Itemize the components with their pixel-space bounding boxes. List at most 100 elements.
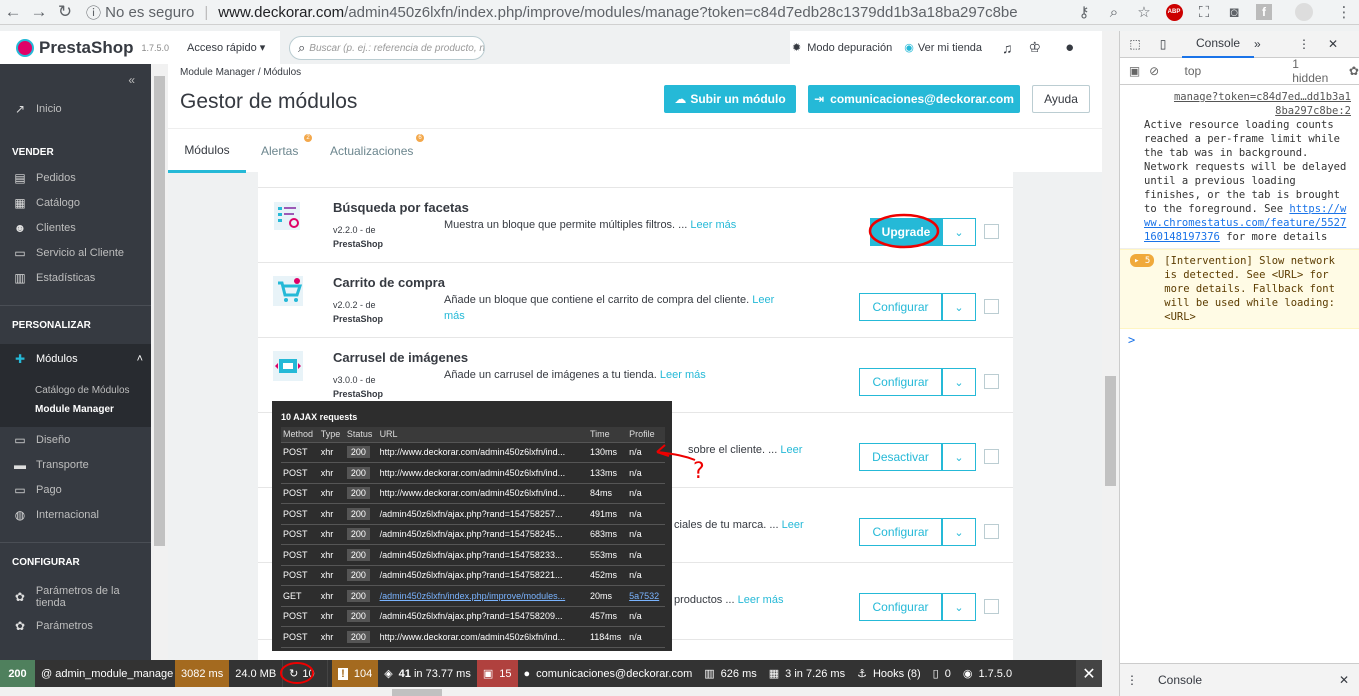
kebab-menu-icon[interactable]: ⋮ <box>1298 37 1310 51</box>
sidebar-item-catalog[interactable]: ▦ Catálogo <box>0 190 151 215</box>
user-panel[interactable]: ● comunicaciones@deckorar.com <box>518 660 699 687</box>
collapse-sidebar-icon[interactable]: « <box>0 64 151 96</box>
module-checkbox[interactable] <box>984 299 999 314</box>
sidebar-item-stats[interactable]: ▥ Estadísticas <box>0 265 151 290</box>
sidebar-item-customers[interactable]: ☻ Clientes <box>0 215 151 240</box>
trophy-icon[interactable]: ♔ <box>1029 39 1042 56</box>
clear-console-icon[interactable]: ⊘ <box>1149 64 1168 78</box>
render-time[interactable]: ▥ 626 ms <box>698 660 762 687</box>
sidebar-toggle-icon[interactable]: ▣ <box>1120 64 1149 78</box>
profile-avatar-icon[interactable] <box>1279 0 1329 25</box>
back-icon[interactable]: ← <box>0 0 26 25</box>
read-more-link[interactable]: Leer más <box>690 219 736 231</box>
logs-warnings[interactable]: ! 104 <box>332 660 379 687</box>
camera-icon[interactable]: ◙ <box>1219 0 1249 25</box>
forward-icon[interactable]: → <box>26 0 52 25</box>
drawer-tab-console[interactable]: Console <box>1158 673 1202 687</box>
dropdown-caret-icon[interactable]: ⌄ <box>942 293 976 321</box>
prestashop-logo[interactable]: PrestaShop 1.7.5.0 <box>16 38 169 58</box>
key-icon[interactable]: ⚷ <box>1069 0 1099 25</box>
help-button[interactable]: Ayuda <box>1032 85 1090 113</box>
search-input[interactable]: ⌕ Buscar (p. ej.: referencia de producto… <box>289 36 485 60</box>
status-code[interactable]: 200 <box>0 660 35 687</box>
sidebar-item-service[interactable]: ▭ Servicio al Cliente <box>0 240 151 265</box>
tab-updates[interactable]: Actualizaciones <box>330 129 413 173</box>
twig-panel[interactable]: ▣ 15 <box>476 660 518 687</box>
dropdown-caret-icon[interactable]: ⌄ <box>942 368 976 396</box>
sidebar-subitem-catalog-modules[interactable]: Catálogo de Módulos <box>35 381 151 400</box>
abp-extension-icon[interactable]: ABP <box>1159 0 1189 25</box>
page-scrollbar[interactable] <box>1102 31 1119 687</box>
address-bar[interactable]: ⓘ No es seguro | www.deckorar.com/admin4… <box>86 0 1069 25</box>
modules-panel[interactable]: ▯ 0 <box>927 660 957 687</box>
sidebar-item-orders[interactable]: ▤ Pedidos <box>0 165 151 190</box>
version-panel[interactable]: ◉ 1.7.5.0 <box>957 660 1018 687</box>
cache-panel[interactable]: ▦ 3 in 7.26 ms <box>763 660 851 687</box>
dropdown-caret-icon[interactable]: ⌄ <box>942 518 976 546</box>
request-time[interactable]: 3082 ms <box>175 660 230 687</box>
module-checkbox[interactable] <box>984 599 999 614</box>
console-prompt[interactable]: > <box>1120 329 1359 351</box>
sidebar-item-store-params[interactable]: ✿ Parámetros de la tienda <box>0 581 151 613</box>
tab-modules[interactable]: Módulos <box>168 129 246 173</box>
sidebar-item-design[interactable]: ▭ Diseño <box>0 427 151 452</box>
read-more-link[interactable]: Leer <box>780 444 802 456</box>
chrome-menu-icon[interactable]: ⋮ <box>1329 0 1359 25</box>
module-checkbox[interactable] <box>984 374 999 389</box>
sidebar-item-international[interactable]: ◍ Internacional <box>0 502 151 527</box>
zoom-icon[interactable]: ⌕ <box>1099 0 1129 25</box>
sidebar-item-shipping[interactable]: ▬ Transporte <box>0 452 151 477</box>
more-tabs-icon[interactable]: » <box>1254 37 1274 51</box>
route-name[interactable]: @ admin_module_manage <box>35 660 175 687</box>
ajax-profile[interactable]: 5a7532 <box>627 585 665 607</box>
hidden-count[interactable]: 1 hidden <box>1292 57 1337 85</box>
configure-button[interactable]: Configurar <box>859 593 942 621</box>
bookmark-star-icon[interactable]: ☆ <box>1129 0 1159 25</box>
read-more-link[interactable]: Leer más <box>738 594 784 606</box>
read-more-link[interactable]: Leer <box>782 519 804 531</box>
db-queries[interactable]: ◈ 41 in 73.77 ms <box>378 660 477 687</box>
debug-mode-link[interactable]: Modo depuración <box>807 42 892 54</box>
view-store-link[interactable]: Ver mi tienda <box>918 42 982 54</box>
configure-button[interactable]: Configurar <box>859 293 942 321</box>
tab-console[interactable]: Console <box>1182 31 1255 58</box>
bell-icon[interactable]: ♫ <box>1002 40 1013 56</box>
read-more-link[interactable]: Leer más <box>660 369 706 381</box>
user-icon[interactable]: ● <box>1065 39 1074 56</box>
close-icon[interactable]: ✕ <box>1076 660 1102 687</box>
configure-button[interactable]: Configurar <box>859 518 942 546</box>
sidebar-item-modules[interactable]: ✚ Módulos ˄ <box>0 344 151 373</box>
sidebar-subitem-module-manager[interactable]: Module Manager <box>35 400 151 419</box>
settings-gear-icon[interactable]: ✿ <box>1349 64 1359 78</box>
account-button[interactable]: ⇥ comunicaciones@deckorar.com <box>808 85 1020 113</box>
device-toggle-icon[interactable]: ▯ <box>1150 37 1176 51</box>
hooks-panel[interactable]: ⚓ Hooks (8) <box>851 660 927 687</box>
reload-icon[interactable]: ↻ <box>52 0 78 25</box>
sidebar-item-params[interactable]: ✿ Parámetros <box>0 613 151 638</box>
upload-module-button[interactable]: ☁ Subir un módulo <box>664 85 796 113</box>
deactivate-button[interactable]: Desactivar <box>859 443 942 471</box>
facebook-icon[interactable]: f <box>1249 0 1279 25</box>
dropdown-caret-icon[interactable]: ⌄ <box>942 443 976 471</box>
close-drawer-icon[interactable]: ✕ <box>1339 673 1349 687</box>
context-select[interactable]: top <box>1185 64 1263 78</box>
tab-alerts[interactable]: Alertas <box>261 129 298 173</box>
module-checkbox[interactable] <box>984 449 999 464</box>
drawer-menu-icon[interactable]: ⋮ <box>1120 673 1144 687</box>
sidebar-scrollbar[interactable] <box>151 64 168 660</box>
sidebar-item-home[interactable]: ↗ Inicio <box>0 96 151 121</box>
ajax-url[interactable]: /admin450z6lxfn/index.php/improve/module… <box>377 585 588 607</box>
memory-usage[interactable]: 24.0 MB <box>229 660 282 687</box>
source-link[interactable]: manage?token=c84d7ed…dd1b3a1 8ba297c8be:2 <box>1144 90 1351 118</box>
dropdown-caret-icon[interactable]: ⌄ <box>942 218 976 246</box>
breadcrumb[interactable]: Module Manager / Módulos <box>180 67 301 78</box>
horizontal-scrollbar[interactable] <box>0 687 1119 696</box>
module-checkbox[interactable] <box>984 524 999 539</box>
module-checkbox[interactable] <box>984 224 999 239</box>
configure-button[interactable]: Configurar <box>859 368 942 396</box>
close-devtools-icon[interactable]: ✕ <box>1328 37 1338 51</box>
dropdown-caret-icon[interactable]: ⌄ <box>942 593 976 621</box>
inspect-icon[interactable]: ⬚ <box>1120 37 1150 51</box>
screen-capture-icon[interactable]: ⛶ <box>1189 0 1219 25</box>
quick-access-menu[interactable]: Acceso rápido ▾ <box>187 41 265 54</box>
